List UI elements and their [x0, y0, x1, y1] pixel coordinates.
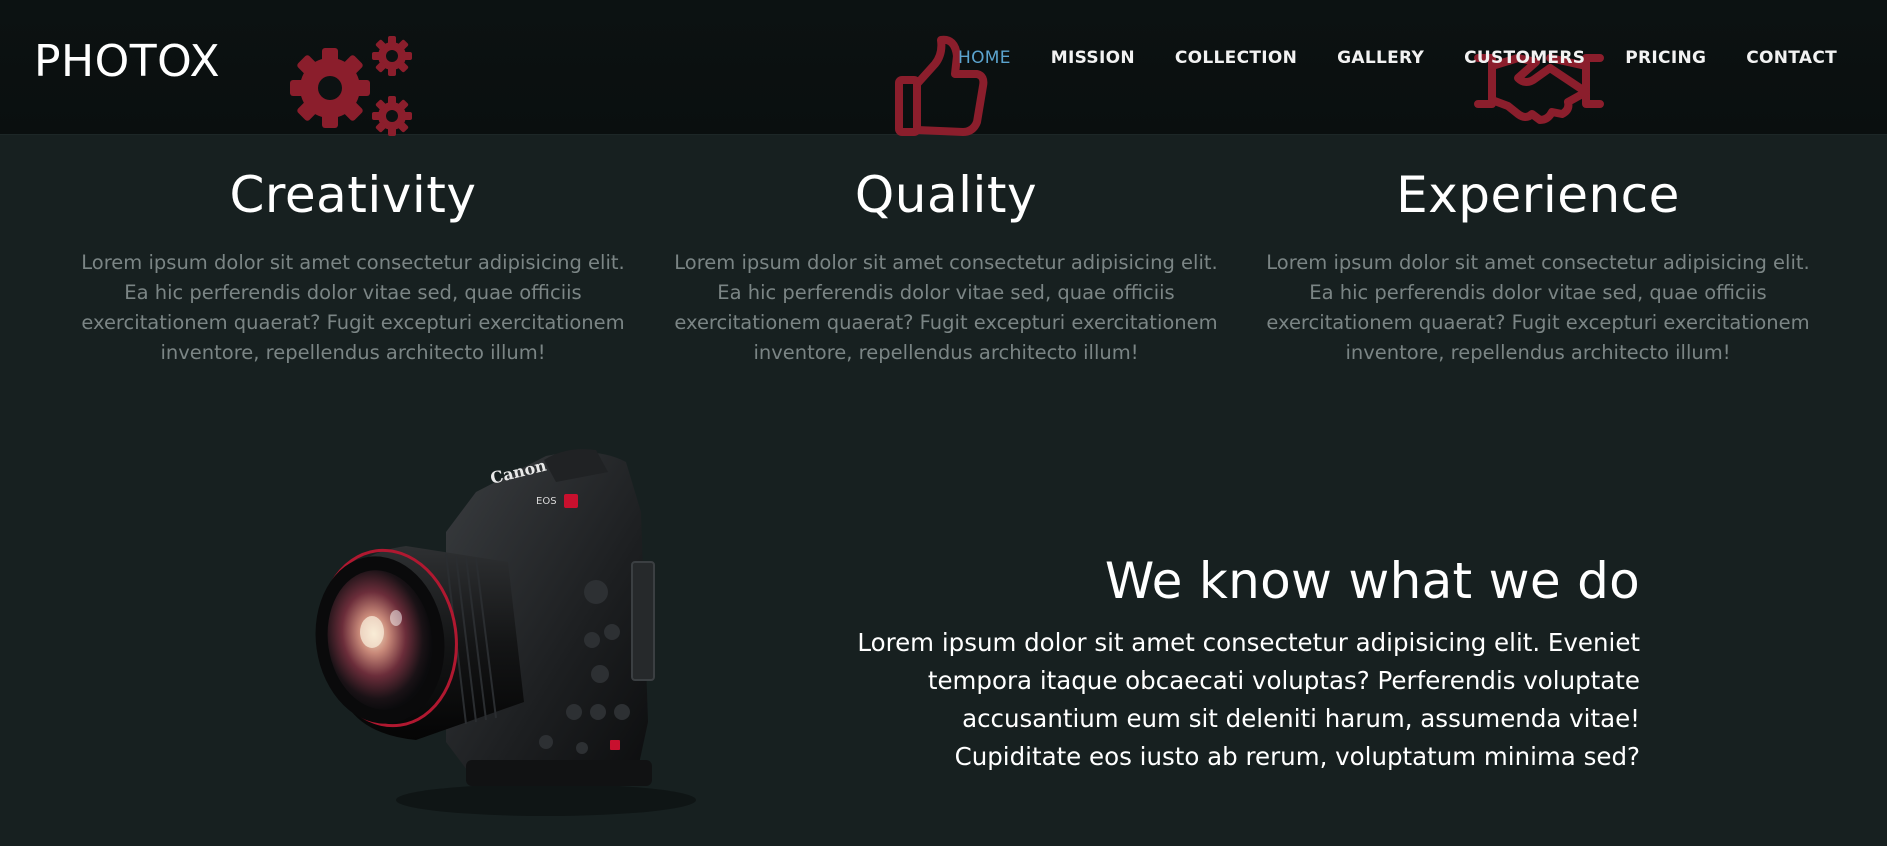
brand-logo[interactable]: PHOTOX — [34, 36, 220, 87]
camera-image: Canon EOS — [315, 449, 696, 816]
nav-customers[interactable]: CUSTOMERS — [1464, 48, 1585, 68]
nav-collection[interactable]: COLLECTION — [1175, 48, 1297, 68]
feature-quality: Quality Lorem ipsum dolor sit amet conse… — [666, 166, 1226, 368]
feature-text: Lorem ipsum dolor sit amet consectetur a… — [674, 251, 1218, 364]
about-section: We know what we do Lorem ipsum dolor sit… — [840, 552, 1640, 776]
nav-pricing[interactable]: PRICING — [1625, 48, 1706, 68]
nav-gallery[interactable]: GALLERY — [1337, 48, 1424, 68]
about-title: We know what we do — [1104, 552, 1640, 610]
nav-home[interactable]: HOME — [958, 48, 1011, 68]
nav-contact[interactable]: CONTACT — [1746, 48, 1837, 68]
feature-creativity: Creativity Lorem ipsum dolor sit amet co… — [73, 166, 633, 368]
main-nav: HOME MISSION COLLECTION GALLERY CUSTOMER… — [958, 48, 1837, 68]
feature-title: Experience — [1396, 166, 1680, 224]
feature-title: Creativity — [229, 166, 477, 224]
feature-title: Quality — [854, 166, 1038, 224]
feature-text: Lorem ipsum dolor sit amet consectetur a… — [1266, 251, 1810, 364]
gears-icon — [290, 36, 412, 136]
nav-mission[interactable]: MISSION — [1051, 48, 1135, 68]
feature-text: Lorem ipsum dolor sit amet consectetur a… — [81, 251, 625, 364]
about-text: Lorem ipsum dolor sit amet consectetur a… — [857, 628, 1640, 771]
camera-model: EOS — [536, 496, 557, 507]
feature-experience: Experience Lorem ipsum dolor sit amet co… — [1258, 166, 1818, 368]
